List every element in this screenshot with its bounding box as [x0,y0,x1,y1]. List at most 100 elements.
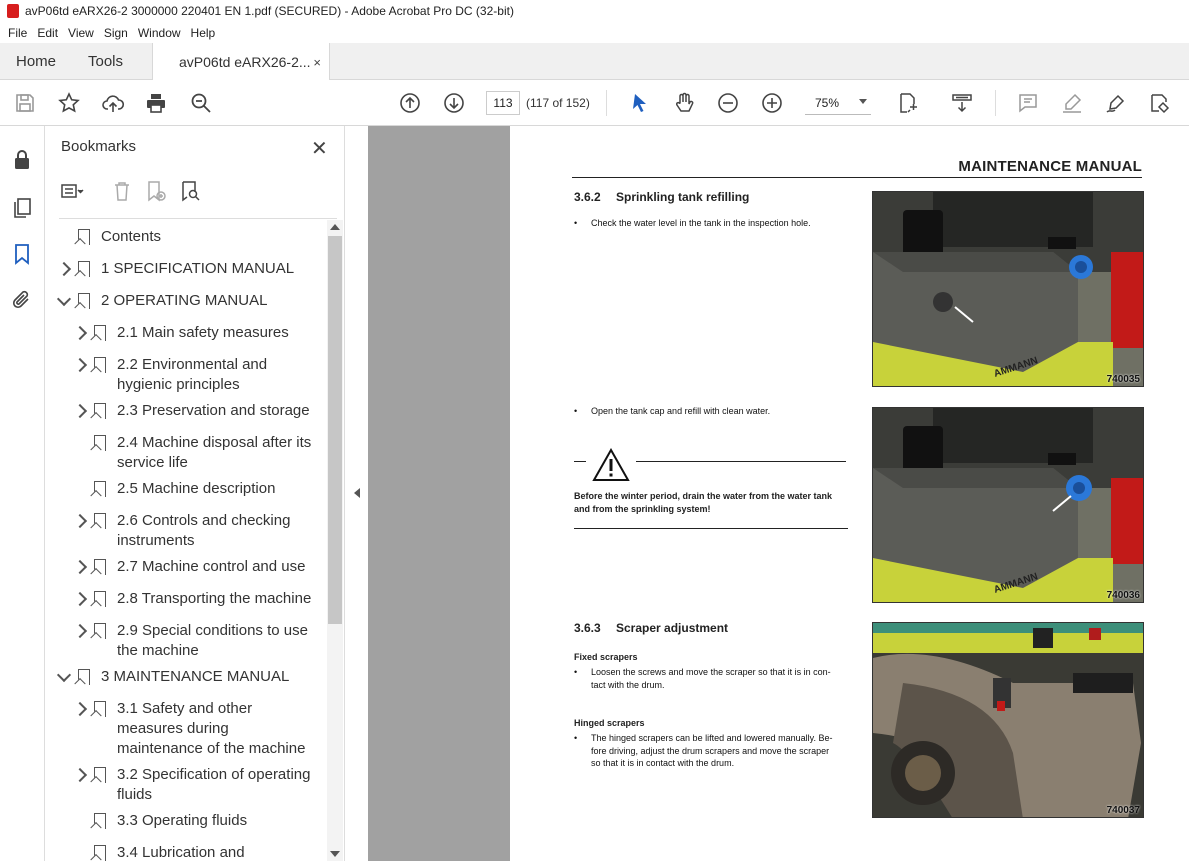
bookmark-label: 2.9 Special conditions to use the machin… [117,622,308,659]
bookmark-item[interactable]: 3.2 Specification of operating fluids [45,765,327,809]
bullet: • [574,218,578,228]
scroll-mode-icon[interactable] [949,90,975,116]
bookmark-item[interactable]: 2.6 Controls and checking instruments [45,511,327,555]
chevron-right-icon[interactable] [56,261,72,277]
select-cursor-icon[interactable] [627,90,653,116]
tab-home[interactable]: Home [16,43,56,80]
bookmark-item[interactable]: 2.4 Machine disposal after its service l… [45,433,327,477]
tab-document[interactable]: avP06td eARX26-2... × [152,43,330,81]
close-icon[interactable]: ✕ [311,136,328,161]
tab-tools[interactable]: Tools [88,43,123,80]
delete-bookmark-icon[interactable] [109,178,135,204]
hand-tool-icon[interactable] [671,90,697,116]
menu-file[interactable]: File [8,26,27,40]
bookmark-label: 2.3 Preservation and storage [117,402,310,419]
zoom-select[interactable]: 75% [805,91,871,115]
menu-window[interactable]: Window [138,26,181,40]
lock-icon[interactable] [10,148,34,172]
subheading: Fixed scrapers [574,652,638,662]
scraper-photo-illustration [873,623,1143,817]
tab-close-icon[interactable]: × [313,55,321,70]
bullet-text-line: Loosen the screws and move the scraper s… [591,667,831,677]
tank-photo-illustration: AMMANN [873,192,1143,386]
toolbar-divider [995,90,996,116]
bookmark-item[interactable]: 3.1 Safety and other measures during mai… [45,699,327,757]
sign-icon[interactable] [1103,90,1129,116]
bookmark-label: 3 MAINTENANCE MANUAL [101,668,290,685]
highlight-pen-icon[interactable] [1059,90,1085,116]
chevron-right-icon[interactable] [72,767,88,783]
bookmark-label: 2.4 Machine disposal after its service l… [117,434,312,471]
bookmark-label: 2.1 Main safety measures [117,324,289,341]
toolbar: 113 (117 of 152) 75% [0,80,1189,126]
chevron-right-icon[interactable] [72,513,88,529]
chevron-right-icon[interactable] [72,701,88,717]
star-icon[interactable] [56,90,82,116]
panel-collapse-gutter[interactable] [346,126,368,861]
page-number-input[interactable]: 113 [486,91,520,115]
bookmark-item[interactable]: 3.4 Lubrication and [45,843,327,861]
attachments-icon[interactable] [10,288,34,312]
comment-icon[interactable] [1015,90,1041,116]
section-heading: 3.6.3 Scraper adjustment [574,621,728,635]
bookmark-label: Contents [101,228,162,245]
bookmark-scrollbar[interactable] [327,220,343,861]
scrollbar-thumb[interactable] [328,236,342,624]
collapse-panel-icon[interactable] [354,488,360,498]
chevron-right-icon[interactable] [72,403,88,419]
bookmarks-title: Bookmarks [61,138,137,155]
page-thumbnails-icon[interactable] [10,196,34,220]
scroll-down-icon[interactable] [330,851,340,857]
bookmark-icon [94,559,106,575]
menu-view[interactable]: View [68,26,94,40]
chevron-right-icon[interactable] [72,623,88,639]
left-navigation-rail [0,126,45,861]
bookmark-icon [78,293,90,309]
bookmark-label: 3.2 Specification of operating fluids [117,766,311,803]
photo-number: 740035 [1106,374,1140,385]
bookmark-icon [94,325,106,341]
previous-page-icon[interactable] [397,90,423,116]
chevron-right-icon[interactable] [72,325,88,341]
bookmark-label: 2.6 Controls and checking instruments [117,512,291,549]
section-heading: 3.6.2 Sprinkling tank refilling [574,190,749,204]
zoom-in-icon[interactable] [759,90,785,116]
bookmark-label: 1 SPECIFICATION MANUAL [101,260,295,277]
find-zoom-icon[interactable] [188,90,214,116]
bookmarks-panel-icon[interactable] [10,242,34,266]
bookmark-icon [94,845,106,861]
next-page-icon[interactable] [441,90,467,116]
menu-sign[interactable]: Sign [104,26,128,40]
find-bookmark-icon[interactable] [177,178,203,204]
print-icon[interactable] [143,90,169,116]
warning-rule [574,528,848,529]
scroll-up-icon[interactable] [330,224,340,230]
chevron-right-icon[interactable] [72,591,88,607]
page-fit-icon[interactable] [895,90,921,116]
cloud-upload-icon[interactable] [100,90,126,116]
save-icon[interactable] [12,90,38,116]
zoom-out-icon[interactable] [715,90,741,116]
bookmark-item[interactable]: 2.9 Special conditions to use the machin… [45,621,327,665]
menu-edit[interactable]: Edit [37,26,58,40]
bookmark-options-icon[interactable] [59,178,85,204]
bookmark-icon [94,481,106,497]
chevron-down-icon[interactable] [56,667,72,683]
edit-pdf-icon[interactable] [1147,90,1173,116]
chevron-down-icon[interactable] [56,291,72,307]
new-bookmark-icon[interactable] [143,178,169,204]
bullet-item: • Loosen the screws and move the scraper… [574,666,859,691]
bookmark-item[interactable]: 2.2 Environmental and hygienic principle… [45,355,327,399]
photo-scraper: 740037 [872,622,1144,818]
document-viewer[interactable]: MAINTENANCE MANUAL 3.6.2 Sprinkling tank … [368,126,1189,861]
bullet-text-line: The hinged scrapers can be lifted and lo… [591,733,833,743]
bullet-item: • The hinged scrapers can be lifted and … [574,732,859,770]
chevron-right-icon[interactable] [72,559,88,575]
menu-help[interactable]: Help [191,26,216,40]
chevron-right-icon[interactable] [72,357,88,373]
bullet-item: • Open the tank cap and refill with clea… [574,405,859,418]
window-title: avP06td eARX26-2 3000000 220401 EN 1.pdf… [25,4,514,18]
section-title: Scraper adjustment [616,621,729,635]
photo-water-tank: AMMANN 740035 [872,191,1144,387]
bookmark-label: 2.8 Transporting the machine [117,590,312,607]
